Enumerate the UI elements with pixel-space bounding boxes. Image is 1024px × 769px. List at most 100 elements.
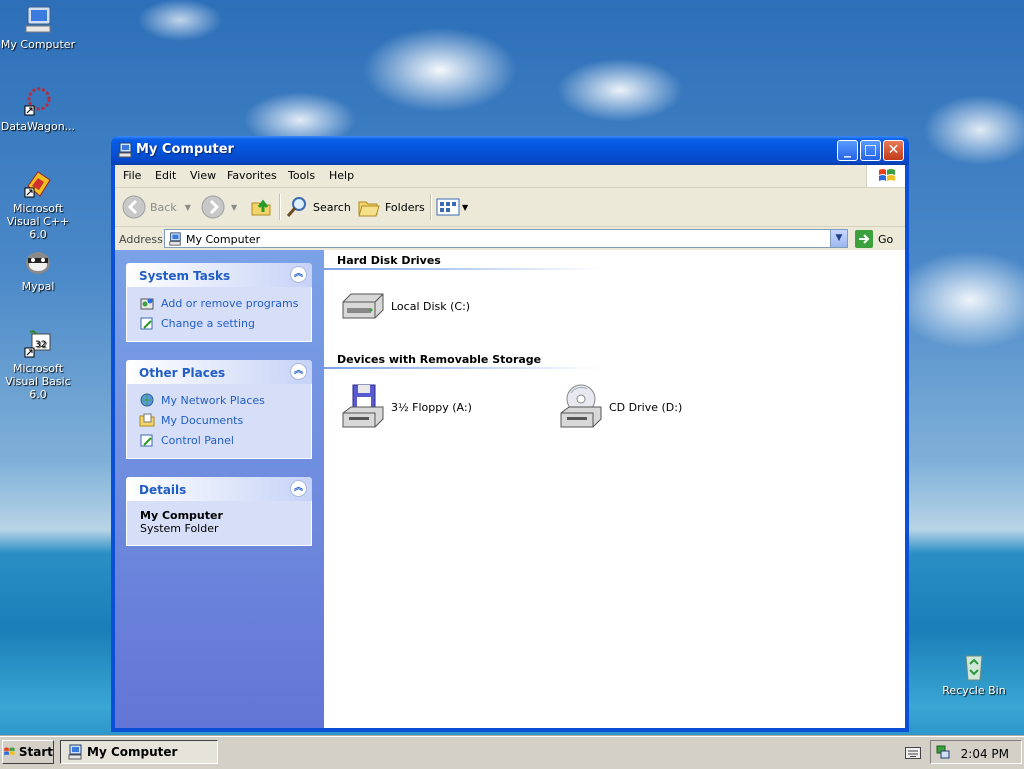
svg-text:32: 32 — [35, 340, 46, 350]
collapse-chevron-icon[interactable]: ︽ — [290, 266, 307, 283]
other-places-header[interactable]: Other Places ︽ — [126, 360, 312, 384]
menu-tools[interactable]: Tools — [288, 169, 315, 182]
start-button[interactable]: Start — [2, 740, 54, 764]
collapse-chevron-icon[interactable]: ︽ — [290, 363, 307, 380]
back-dropdown-icon[interactable]: ▼ — [185, 203, 191, 212]
up-folder-icon — [251, 199, 271, 216]
visual-cpp-icon — [24, 171, 51, 198]
file-view: Hard Disk Drives Local Disk (C:) Devices… — [324, 250, 905, 728]
my-computer-icon — [25, 6, 51, 33]
desktop-icon-label: DataWagon... — [0, 120, 76, 133]
window-title: My Computer — [136, 142, 234, 157]
views-icon — [436, 198, 460, 216]
group-title-hard-disk-drives: Hard Disk Drives — [337, 254, 441, 267]
maximize-button[interactable]: □ — [860, 140, 881, 161]
drive-floppy-a[interactable]: 3½ Floppy (A:) — [339, 383, 472, 431]
my-computer-icon — [118, 142, 132, 158]
system-tasks-panel: System Tasks ︽ Add or remove programs Ch… — [126, 263, 312, 342]
mypal-icon — [26, 252, 50, 274]
group-divider — [324, 367, 602, 369]
floppy-drive-icon — [342, 384, 384, 428]
task-add-remove-programs[interactable]: Add or remove programs — [127, 293, 311, 313]
views-dropdown-icon: ▼ — [462, 202, 469, 212]
desktop-icon-datawagon[interactable]: DataWagon... — [0, 86, 76, 133]
desktop-icon-visual-cpp[interactable]: Microsoft Visual C++ 6.0 — [0, 168, 76, 241]
network-places-icon — [140, 393, 154, 407]
details-header[interactable]: Details ︽ — [126, 477, 312, 501]
window-body: File Edit View Favorites Tools Help Back… — [115, 165, 905, 728]
address-label: Address — [119, 233, 163, 246]
desktop-icon-label: Mypal — [21, 280, 55, 293]
forward-button[interactable]: ▼ — [201, 193, 237, 221]
visual-basic-icon: 32 — [24, 330, 51, 358]
toolbar: Back ▼ ▼ Search Folders ▼ — [115, 188, 905, 227]
my-computer-window: My Computer _ □ ✕ File Edit View Favorit… — [111, 136, 909, 732]
desktop-icon-label: My Computer — [0, 38, 76, 51]
back-button[interactable]: Back ▼ — [122, 193, 191, 221]
network-tray-icon[interactable] — [935, 744, 951, 760]
system-tasks-body: Add or remove programs Change a setting — [126, 287, 312, 342]
keyboard-icon[interactable] — [905, 747, 921, 759]
desktop-icon-recycle-bin[interactable]: Recycle Bin — [936, 650, 1012, 697]
toolbar-separator — [430, 194, 432, 220]
taskbar: Start My Computer 2:04 PM — [0, 736, 1024, 769]
details-name: My Computer — [140, 509, 223, 522]
collapse-chevron-icon[interactable]: ︽ — [290, 480, 307, 497]
place-control-panel[interactable]: Control Panel — [127, 430, 311, 450]
forward-dropdown-icon[interactable]: ▼ — [231, 203, 237, 212]
minimize-button[interactable]: _ — [837, 140, 858, 161]
windows-logo-icon — [866, 165, 905, 187]
search-button[interactable]: Search — [285, 193, 351, 221]
address-dropdown-icon[interactable]: ▼ — [830, 230, 847, 247]
other-places-panel: Other Places ︽ My Network Places My Docu… — [126, 360, 312, 459]
my-computer-icon — [68, 744, 82, 760]
group-title-removable-storage: Devices with Removable Storage — [337, 353, 542, 366]
back-arrow-icon — [122, 195, 146, 219]
control-panel-icon — [140, 317, 153, 330]
search-icon — [286, 197, 306, 217]
task-pane: System Tasks ︽ Add or remove programs Ch… — [115, 250, 324, 728]
drive-local-disk-c[interactable]: Local Disk (C:) — [339, 290, 470, 322]
folders-button[interactable]: Folders — [357, 193, 425, 221]
clock[interactable]: 2:04 PM — [961, 747, 1009, 761]
title-bar[interactable]: My Computer _ □ ✕ — [111, 136, 909, 165]
up-folder-button[interactable] — [249, 193, 273, 221]
cd-drive-icon — [560, 384, 602, 428]
system-tasks-header[interactable]: System Tasks ︽ — [126, 263, 312, 287]
control-panel-icon — [140, 434, 153, 447]
content-area: System Tasks ︽ Add or remove programs Ch… — [115, 250, 905, 728]
views-button[interactable]: ▼ — [436, 193, 468, 221]
menu-view[interactable]: View — [190, 169, 216, 182]
address-input[interactable]: My Computer ▼ — [164, 229, 848, 248]
folders-icon — [358, 201, 380, 217]
task-change-setting[interactable]: Change a setting — [127, 313, 311, 333]
hard-disk-icon — [342, 293, 384, 319]
address-bar: Address My Computer ▼ Go — [115, 227, 905, 251]
documents-folder-icon — [139, 413, 155, 427]
add-remove-programs-icon — [140, 298, 154, 310]
menu-favorites[interactable]: Favorites — [227, 169, 277, 182]
menu-bar: File Edit View Favorites Tools Help — [115, 165, 905, 188]
desktop-icon-visual-basic[interactable]: 32 Microsoft Visual Basic 6.0 — [0, 328, 76, 401]
details-type: System Folder — [140, 522, 219, 535]
menu-edit[interactable]: Edit — [155, 169, 176, 182]
desktop-icon-mypal[interactable]: Mypal — [0, 246, 76, 293]
menu-help[interactable]: Help — [329, 169, 354, 182]
place-my-documents[interactable]: My Documents — [127, 410, 311, 430]
my-computer-icon — [169, 232, 181, 246]
taskbar-button-my-computer[interactable]: My Computer — [60, 740, 218, 764]
drive-cd-d[interactable]: CD Drive (D:) — [557, 383, 682, 431]
go-button[interactable]: Go — [855, 230, 893, 248]
menu-file[interactable]: File — [123, 169, 141, 182]
forward-arrow-icon — [201, 195, 225, 219]
windows-logo-icon — [4, 747, 15, 756]
address-value: My Computer — [186, 233, 261, 246]
system-tray: 2:04 PM — [930, 740, 1022, 764]
place-my-network-places[interactable]: My Network Places — [127, 390, 311, 410]
close-button[interactable]: ✕ — [883, 140, 904, 161]
desktop-icon-my-computer[interactable]: My Computer — [0, 4, 76, 51]
details-body: My Computer System Folder — [126, 501, 312, 546]
desktop-icon-label: Microsoft Visual C++ 6.0 — [6, 202, 70, 241]
datawagon-icon — [24, 87, 51, 116]
details-panel: Details ︽ My Computer System Folder — [126, 477, 312, 546]
